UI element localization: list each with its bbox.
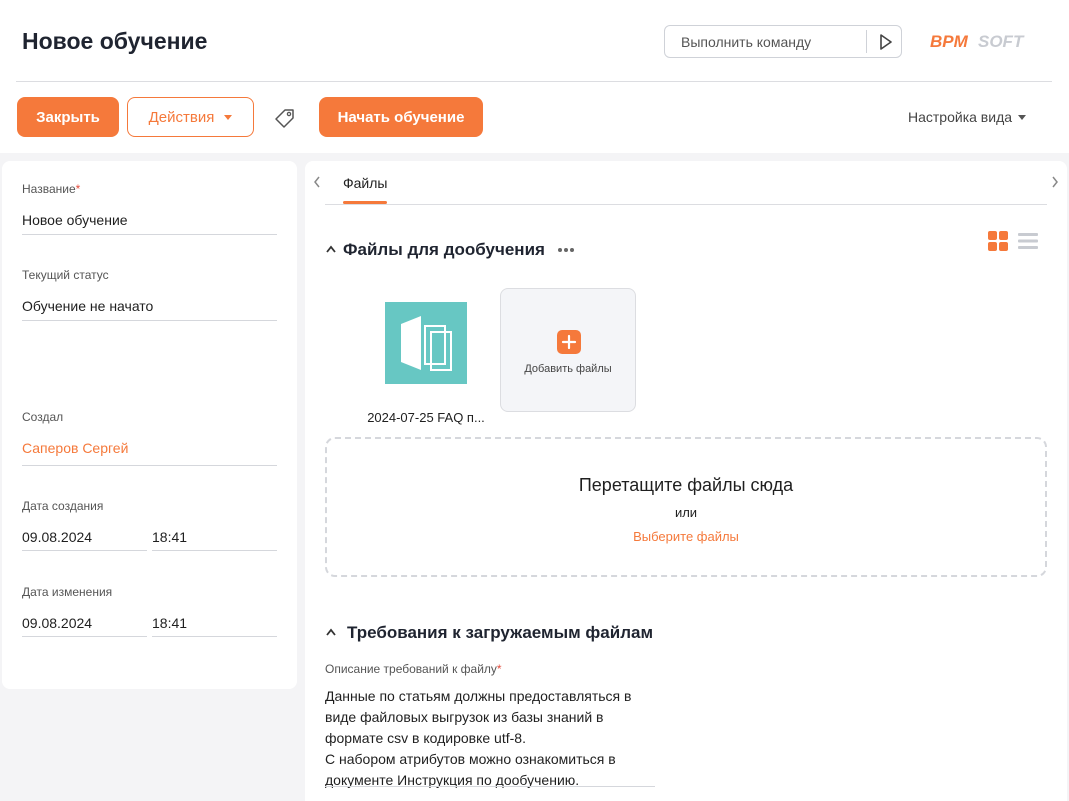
modified-date-underline — [22, 636, 147, 637]
detail-panel: Файлы Файлы для дообучения 2024-07-25 FA… — [305, 161, 1067, 801]
created-date-underline — [22, 550, 147, 551]
add-files-button[interactable]: Добавить файлы — [500, 288, 636, 412]
created-date-value[interactable]: 09.08.2024 — [22, 529, 92, 545]
page-header: Новое обучение BPM SOFT Закрыть Действия… — [0, 0, 1069, 153]
dropzone-title: Перетащите файлы сюда — [578, 475, 794, 495]
name-field-underline — [22, 234, 277, 235]
requirements-section-title: Требования к загружаемым файлам — [347, 623, 654, 642]
requirements-field-label: Описание требований к файлу* — [325, 662, 502, 676]
document-icon — [401, 316, 452, 371]
modified-time-underline — [152, 636, 277, 637]
chevron-down-icon — [1018, 114, 1027, 120]
view-settings-label: Настройка вида — [908, 109, 1013, 125]
command-input[interactable] — [665, 26, 865, 57]
command-separator — [866, 30, 867, 53]
created-date-label: Дата создания — [22, 499, 104, 513]
files-section-title: Файлы для дообучения — [343, 240, 545, 259]
status-field-underline — [22, 320, 277, 321]
created-by-underline — [22, 465, 277, 466]
run-command-icon[interactable] — [875, 32, 895, 52]
dropzone-or: или — [674, 505, 698, 520]
start-training-button[interactable]: Начать обучение — [319, 97, 483, 137]
tabs-divider — [325, 204, 1047, 205]
tab-files[interactable]: Файлы — [343, 175, 387, 191]
chevron-left-icon[interactable] — [312, 175, 322, 189]
name-field-value[interactable]: Новое обучение — [22, 212, 128, 228]
file-thumbnail[interactable] — [385, 302, 467, 384]
created-by-label: Создал — [22, 410, 64, 424]
requirements-line: Данные по статьям должны предоставляться… — [325, 688, 632, 704]
modified-time-value[interactable]: 18:41 — [152, 615, 187, 631]
actions-button-label: Действия — [148, 108, 215, 126]
status-field-value[interactable]: Обучение не начато — [22, 298, 153, 314]
created-time-underline — [152, 550, 277, 551]
required-mark: * — [75, 182, 81, 196]
more-icon[interactable] — [557, 247, 575, 253]
close-button[interactable]: Закрыть — [17, 97, 119, 137]
actions-button[interactable]: Действия — [127, 97, 254, 137]
modified-date-value[interactable]: 09.08.2024 — [22, 615, 92, 631]
header-divider — [16, 81, 1052, 82]
file-name[interactable]: 2024-07-25 FAQ п... — [362, 410, 490, 425]
file-dropzone[interactable]: Перетащите файлы сюда или Выберите файлы — [325, 437, 1047, 577]
chevron-up-icon[interactable] — [325, 628, 337, 636]
modified-date-label: Дата изменения — [22, 585, 113, 599]
select-files-link[interactable]: Выберите файлы — [327, 529, 1045, 544]
status-field-label: Текущий статус — [22, 268, 109, 282]
requirements-line: формате csv в кодировке utf-8. — [325, 730, 526, 746]
logo-left-text: BPM — [930, 32, 969, 51]
bpmsoft-logo: BPM SOFT — [930, 32, 1025, 51]
requirements-field-underline — [325, 786, 655, 787]
tag-icon[interactable] — [274, 107, 296, 129]
page-title: Новое обучение — [22, 28, 208, 54]
name-field-label: Название* — [22, 182, 81, 196]
view-settings-dropdown[interactable]: Настройка вида — [908, 109, 1027, 125]
created-time-value[interactable]: 18:41 — [152, 529, 187, 545]
requirements-line: виде файловых выгрузок из базы знаний в — [325, 709, 604, 725]
chevron-right-icon[interactable] — [1050, 175, 1060, 189]
plus-icon — [557, 330, 581, 354]
list-view-icon[interactable] — [1018, 233, 1038, 249]
command-box — [664, 25, 902, 58]
chevron-down-icon — [224, 114, 233, 120]
requirements-field-value[interactable]: Данные по статьям должны предоставляться… — [325, 686, 645, 791]
requirements-line: С набором атрибутов можно ознакомиться в — [325, 751, 616, 767]
required-mark: * — [496, 662, 502, 676]
logo-right-text: SOFT — [978, 32, 1025, 51]
record-fields-panel: Название* Новое обучение Текущий статус … — [2, 161, 297, 689]
add-files-label: Добавить файлы — [524, 363, 612, 375]
grid-view-icon[interactable] — [988, 231, 1008, 251]
chevron-up-icon[interactable] — [325, 245, 337, 253]
created-by-link[interactable]: Саперов Сергей — [22, 440, 128, 456]
requirements-line: документе Инструкция по дообучению. — [325, 772, 580, 788]
